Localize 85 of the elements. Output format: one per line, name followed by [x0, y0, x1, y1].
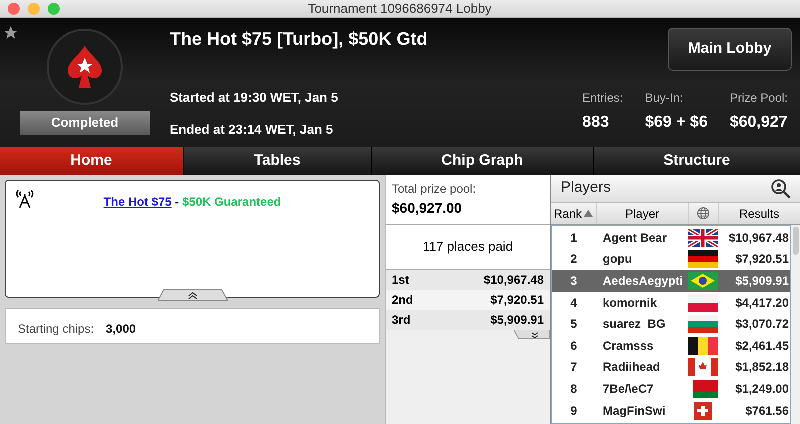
- rank-cell-text: 6: [570, 338, 578, 355]
- collapse-icon[interactable]: [158, 289, 228, 301]
- starting-chips-label: Starting chips:: [18, 321, 94, 338]
- player-row[interactable]: 7 Radiihead $1,852.18: [552, 356, 790, 378]
- player-row[interactable]: 2 gopu $7,920.51: [552, 248, 790, 270]
- result-cell-text: $2,461.45: [734, 338, 790, 355]
- rank-cell-text: 4: [570, 294, 578, 312]
- flag-icon: [688, 358, 718, 376]
- rank-cell-text: 7: [570, 359, 578, 376]
- player-name-cell-text: Cramsss: [602, 338, 655, 355]
- rank-cell-text: 9: [570, 402, 578, 420]
- column-header[interactable]: Results: [719, 203, 800, 224]
- total-prize-value: $60,927.00: [392, 199, 464, 218]
- tournament-link[interactable]: The Hot $75: [104, 195, 172, 209]
- star-icon[interactable]: [3, 25, 19, 41]
- stat-value: $60,927: [730, 113, 788, 133]
- flag-icon: [688, 272, 718, 290]
- sort-up-icon: [584, 210, 593, 217]
- amount-cell-text: $10,967.48: [484, 272, 544, 289]
- amount-cell-text: $5,909.91: [490, 312, 544, 329]
- stat-label: Buy-In:: [645, 90, 684, 107]
- rank-cell-text: 5: [570, 316, 578, 334]
- tab[interactable]: Structure: [594, 147, 800, 175]
- result-cell-text: $4,417.20: [734, 294, 790, 312]
- player-name-cell-text: Radiihead: [602, 359, 662, 376]
- player-row[interactable]: 3 AedesAegypti $5,909.91: [552, 270, 790, 292]
- broadcast-icon: [15, 189, 35, 209]
- result-cell-text: $1,249.00: [734, 380, 790, 398]
- starting-chips-value: 3,000: [106, 321, 136, 338]
- result-cell-text: $761.56: [744, 402, 790, 420]
- place-cell-text: 3rd: [392, 312, 411, 329]
- result-cell-text: $7,920.51: [734, 251, 790, 268]
- globe-icon[interactable]: [697, 207, 710, 220]
- rank-cell-text: 8: [570, 380, 578, 398]
- tournament-title: The Hot $75 [Turbo], $50K Gtd: [170, 28, 429, 51]
- flag-icon: [688, 250, 718, 268]
- stat-label: Prize Pool:: [730, 90, 788, 107]
- players-title: Players: [560, 178, 612, 198]
- rank-cell-text: 3: [570, 272, 578, 290]
- player-name-cell-text: AedesAegypti: [602, 272, 684, 290]
- places-paid-text: 117 places paid: [422, 238, 514, 256]
- player-name-cell-text: suarez_BG: [602, 316, 667, 334]
- stat-label: Entries:: [582, 90, 624, 107]
- column-header[interactable]: Rank: [551, 203, 597, 224]
- tab[interactable]: Chip Graph: [372, 147, 593, 175]
- rank-cell-text: 2: [570, 251, 578, 268]
- result-cell-text: $5,909.91: [734, 272, 790, 290]
- player-name-cell-text: gopu: [602, 251, 634, 268]
- total-prize-label: Total prize pool:: [392, 181, 478, 198]
- separator-text: -: [174, 195, 180, 209]
- expand-icon[interactable]: [514, 330, 550, 340]
- flag-icon: [688, 380, 718, 398]
- player-row[interactable]: 6 Cramsss $2,461.45: [552, 334, 790, 357]
- player-name-cell-text: MagFinSwi: [602, 402, 667, 420]
- window-title: Tournament 1096686974 Lobby: [308, 0, 492, 18]
- flag-icon: [688, 336, 718, 355]
- flag-icon: [688, 228, 718, 247]
- player-row[interactable]: 5 suarez_BG $3,070.72: [552, 313, 790, 335]
- scrollbar-thumb[interactable]: [792, 227, 798, 255]
- rank-cell-text: 1: [570, 230, 578, 247]
- main-lobby-button[interactable]: Main Lobby: [668, 28, 792, 71]
- place-cell-text: 1st: [392, 272, 410, 289]
- tab[interactable]: Home: [0, 147, 183, 175]
- amount-cell-text: $7,920.51: [490, 292, 544, 309]
- tab[interactable]: Tables: [184, 147, 371, 175]
- flag-icon: [688, 294, 718, 312]
- start-time: Started at 19:30 WET, Jan 5: [170, 89, 340, 107]
- column-header[interactable]: Player: [597, 203, 689, 224]
- stat-value: $69 + $6: [645, 113, 708, 133]
- player-row[interactable]: 9 MagFinSwi $761.56: [552, 400, 790, 422]
- player-name-cell-text: 7Be/\eC7: [602, 380, 655, 398]
- end-time: Ended at 23:14 WET, Jan 5: [170, 121, 334, 139]
- guarantee-text: $50K Guaranteed: [182, 195, 282, 209]
- player-row[interactable]: 4 komornik $4,417.20: [552, 292, 790, 314]
- player-name-cell-text: Agent Bear: [602, 230, 668, 247]
- player-name-cell-text: komornik: [602, 294, 658, 312]
- result-cell-text: $10,967.48: [728, 230, 790, 247]
- place-cell-text: 2nd: [392, 292, 414, 309]
- flag-icon: [688, 315, 718, 334]
- result-cell-text: $1,852.18: [734, 359, 790, 376]
- player-row[interactable]: 8 7Be/\eC7 $1,249.00: [552, 378, 790, 400]
- status-ribbon: Completed: [20, 111, 150, 134]
- search-icon[interactable]: [770, 178, 792, 198]
- result-cell-text: $3,070.72: [734, 316, 790, 334]
- stat-value: 883: [582, 113, 610, 133]
